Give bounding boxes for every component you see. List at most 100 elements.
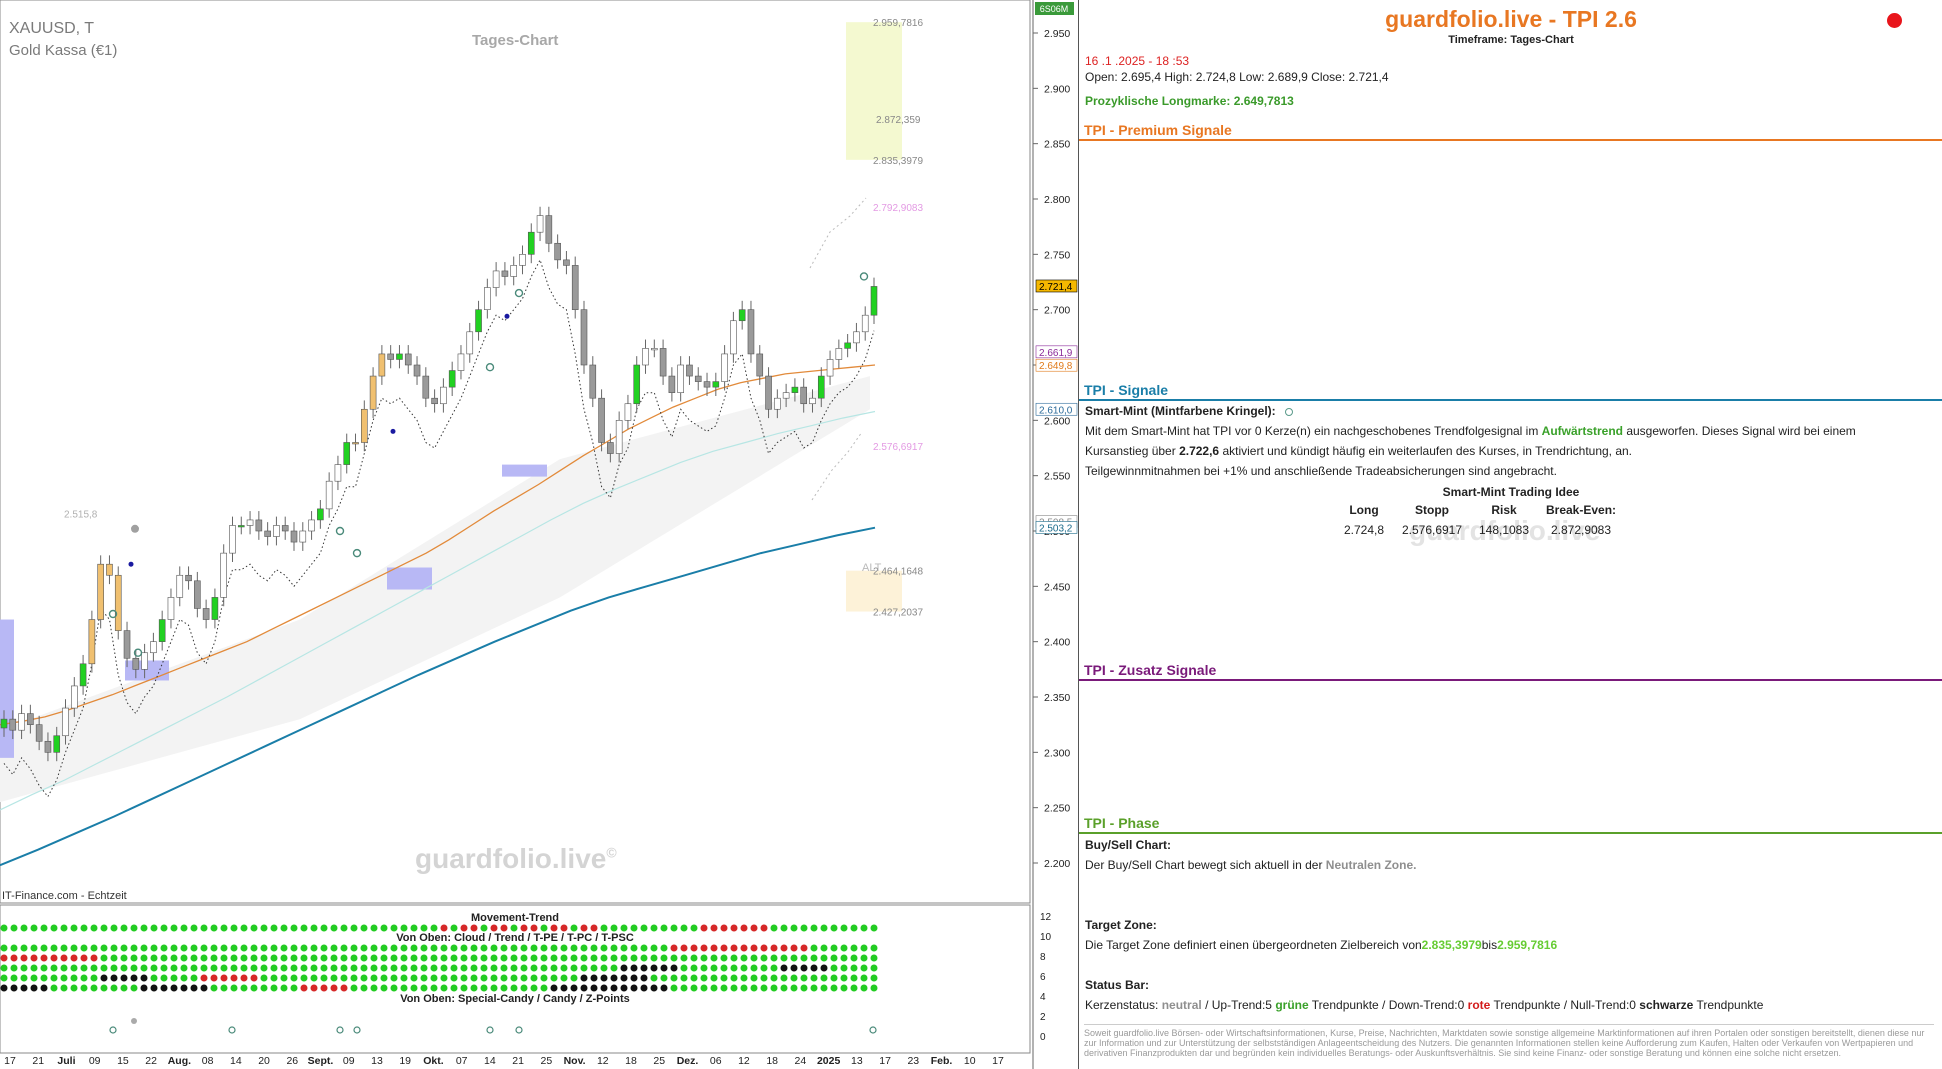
candle-body bbox=[387, 353, 394, 360]
trend-dot bbox=[160, 974, 168, 982]
idea-value-stopp: 2.576,6917 bbox=[1401, 523, 1463, 537]
trend-dot bbox=[310, 954, 318, 962]
x-tick-label: 15 bbox=[117, 1055, 129, 1067]
x-tick-label: Juli bbox=[57, 1055, 75, 1067]
trend-dot bbox=[490, 954, 498, 962]
trend-dot bbox=[430, 954, 438, 962]
trend-dot bbox=[0, 964, 8, 972]
trend-dot bbox=[460, 974, 468, 982]
candle-body bbox=[27, 713, 34, 725]
trend-dot bbox=[140, 974, 148, 982]
trend-dot bbox=[620, 954, 628, 962]
trend-dot bbox=[760, 964, 768, 972]
trend-dot bbox=[560, 984, 568, 992]
candle-body bbox=[317, 508, 324, 521]
target-low: 2.835,3979 bbox=[1421, 938, 1482, 952]
purple-box bbox=[502, 464, 547, 477]
trend-dot bbox=[430, 944, 438, 952]
candle-body bbox=[844, 342, 851, 349]
chart-watermark-mark: © bbox=[606, 844, 617, 861]
trend-dot bbox=[280, 954, 288, 962]
trend-dot bbox=[250, 964, 258, 972]
trend-dot bbox=[370, 924, 378, 932]
trend-dot bbox=[250, 924, 258, 932]
candle-body bbox=[71, 685, 78, 709]
trend-dot bbox=[680, 964, 688, 972]
trend-dot bbox=[150, 924, 158, 932]
trend-dot bbox=[790, 984, 798, 992]
candle-body bbox=[343, 442, 351, 465]
trend-dot bbox=[480, 924, 488, 932]
candle-body bbox=[659, 348, 667, 377]
trend-dot bbox=[750, 924, 758, 932]
trend-dot bbox=[180, 984, 188, 992]
trend-dot bbox=[160, 984, 168, 992]
trend-dot bbox=[290, 924, 298, 932]
trend-dot bbox=[440, 954, 448, 962]
smart-mint-text-1: Mit dem Smart-Mint hat TPI vor 0 Kerze(n… bbox=[1085, 424, 1856, 438]
target-zone bbox=[846, 22, 902, 160]
trend-dot bbox=[400, 924, 408, 932]
trend-dot bbox=[740, 974, 748, 982]
trend-dot bbox=[380, 984, 388, 992]
trend-dot bbox=[840, 974, 848, 982]
candle-body bbox=[510, 265, 517, 277]
trend-dot bbox=[210, 954, 218, 962]
trend-dot bbox=[170, 964, 178, 972]
candle-body bbox=[106, 563, 113, 576]
trend-dot bbox=[320, 944, 328, 952]
signal-dot bbox=[128, 561, 134, 567]
trend-dot bbox=[670, 974, 678, 982]
status-green: grüne bbox=[1275, 998, 1309, 1012]
trend-dot bbox=[360, 954, 368, 962]
y-tick-label: 2.750 bbox=[1044, 249, 1070, 261]
trend-dot bbox=[470, 944, 478, 952]
x-tick-label: 13 bbox=[371, 1055, 383, 1067]
x-tick-label: Aug. bbox=[168, 1055, 191, 1067]
zone-label: 2.835,3979 bbox=[873, 156, 923, 167]
trend-dot bbox=[530, 964, 538, 972]
trend-dot bbox=[520, 964, 528, 972]
trend-dot bbox=[200, 924, 208, 932]
trend-dot bbox=[80, 974, 88, 982]
x-tick-label: Sept. bbox=[308, 1055, 334, 1067]
trend-dot bbox=[480, 974, 488, 982]
trend-dot bbox=[330, 944, 338, 952]
trend-dot bbox=[700, 944, 708, 952]
trend-dot bbox=[80, 944, 88, 952]
trend-dot bbox=[390, 944, 398, 952]
trend-dot bbox=[760, 924, 768, 932]
trend-dot bbox=[240, 954, 248, 962]
trend-dot bbox=[720, 984, 728, 992]
trend-dot bbox=[740, 954, 748, 962]
candle-body bbox=[589, 364, 597, 399]
trend-dot bbox=[430, 924, 438, 932]
idea-value-long: 2.724,8 bbox=[1343, 523, 1385, 537]
zone-label: 2.427,2037 bbox=[873, 608, 923, 619]
candle-body bbox=[334, 464, 342, 482]
price-chart[interactable]: 6S06M 2.959,7816 2.872,359 2.835,3979 2.792,… bbox=[0, 0, 1078, 1069]
section-signale-line bbox=[1079, 399, 1942, 401]
trend-dot bbox=[730, 954, 738, 962]
panel-timeframe: Timeframe: Tages-Chart bbox=[1448, 34, 1574, 46]
chart-pane[interactable]: 6S06M 2.959,7816 2.872,359 2.835,3979 2.792,… bbox=[0, 0, 1078, 1069]
trend-dot bbox=[780, 924, 788, 932]
trend-dot bbox=[450, 924, 458, 932]
trend-dot bbox=[720, 954, 728, 962]
trend-dot bbox=[750, 944, 758, 952]
trend-dot bbox=[460, 964, 468, 972]
candle-body bbox=[202, 608, 210, 620]
trend-dot bbox=[600, 984, 608, 992]
trend-dot bbox=[310, 924, 318, 932]
candle-body bbox=[615, 420, 623, 454]
trend-dot bbox=[650, 944, 658, 952]
idea-header-risk: Risk bbox=[1491, 503, 1517, 517]
trend-dot bbox=[190, 954, 198, 962]
trend-dot bbox=[380, 974, 388, 982]
trend-dot bbox=[70, 954, 78, 962]
trend-dot bbox=[30, 984, 38, 992]
trend-dot bbox=[40, 924, 48, 932]
trend-dot bbox=[640, 954, 648, 962]
trend-dot bbox=[770, 924, 778, 932]
trend-dot bbox=[10, 964, 18, 972]
